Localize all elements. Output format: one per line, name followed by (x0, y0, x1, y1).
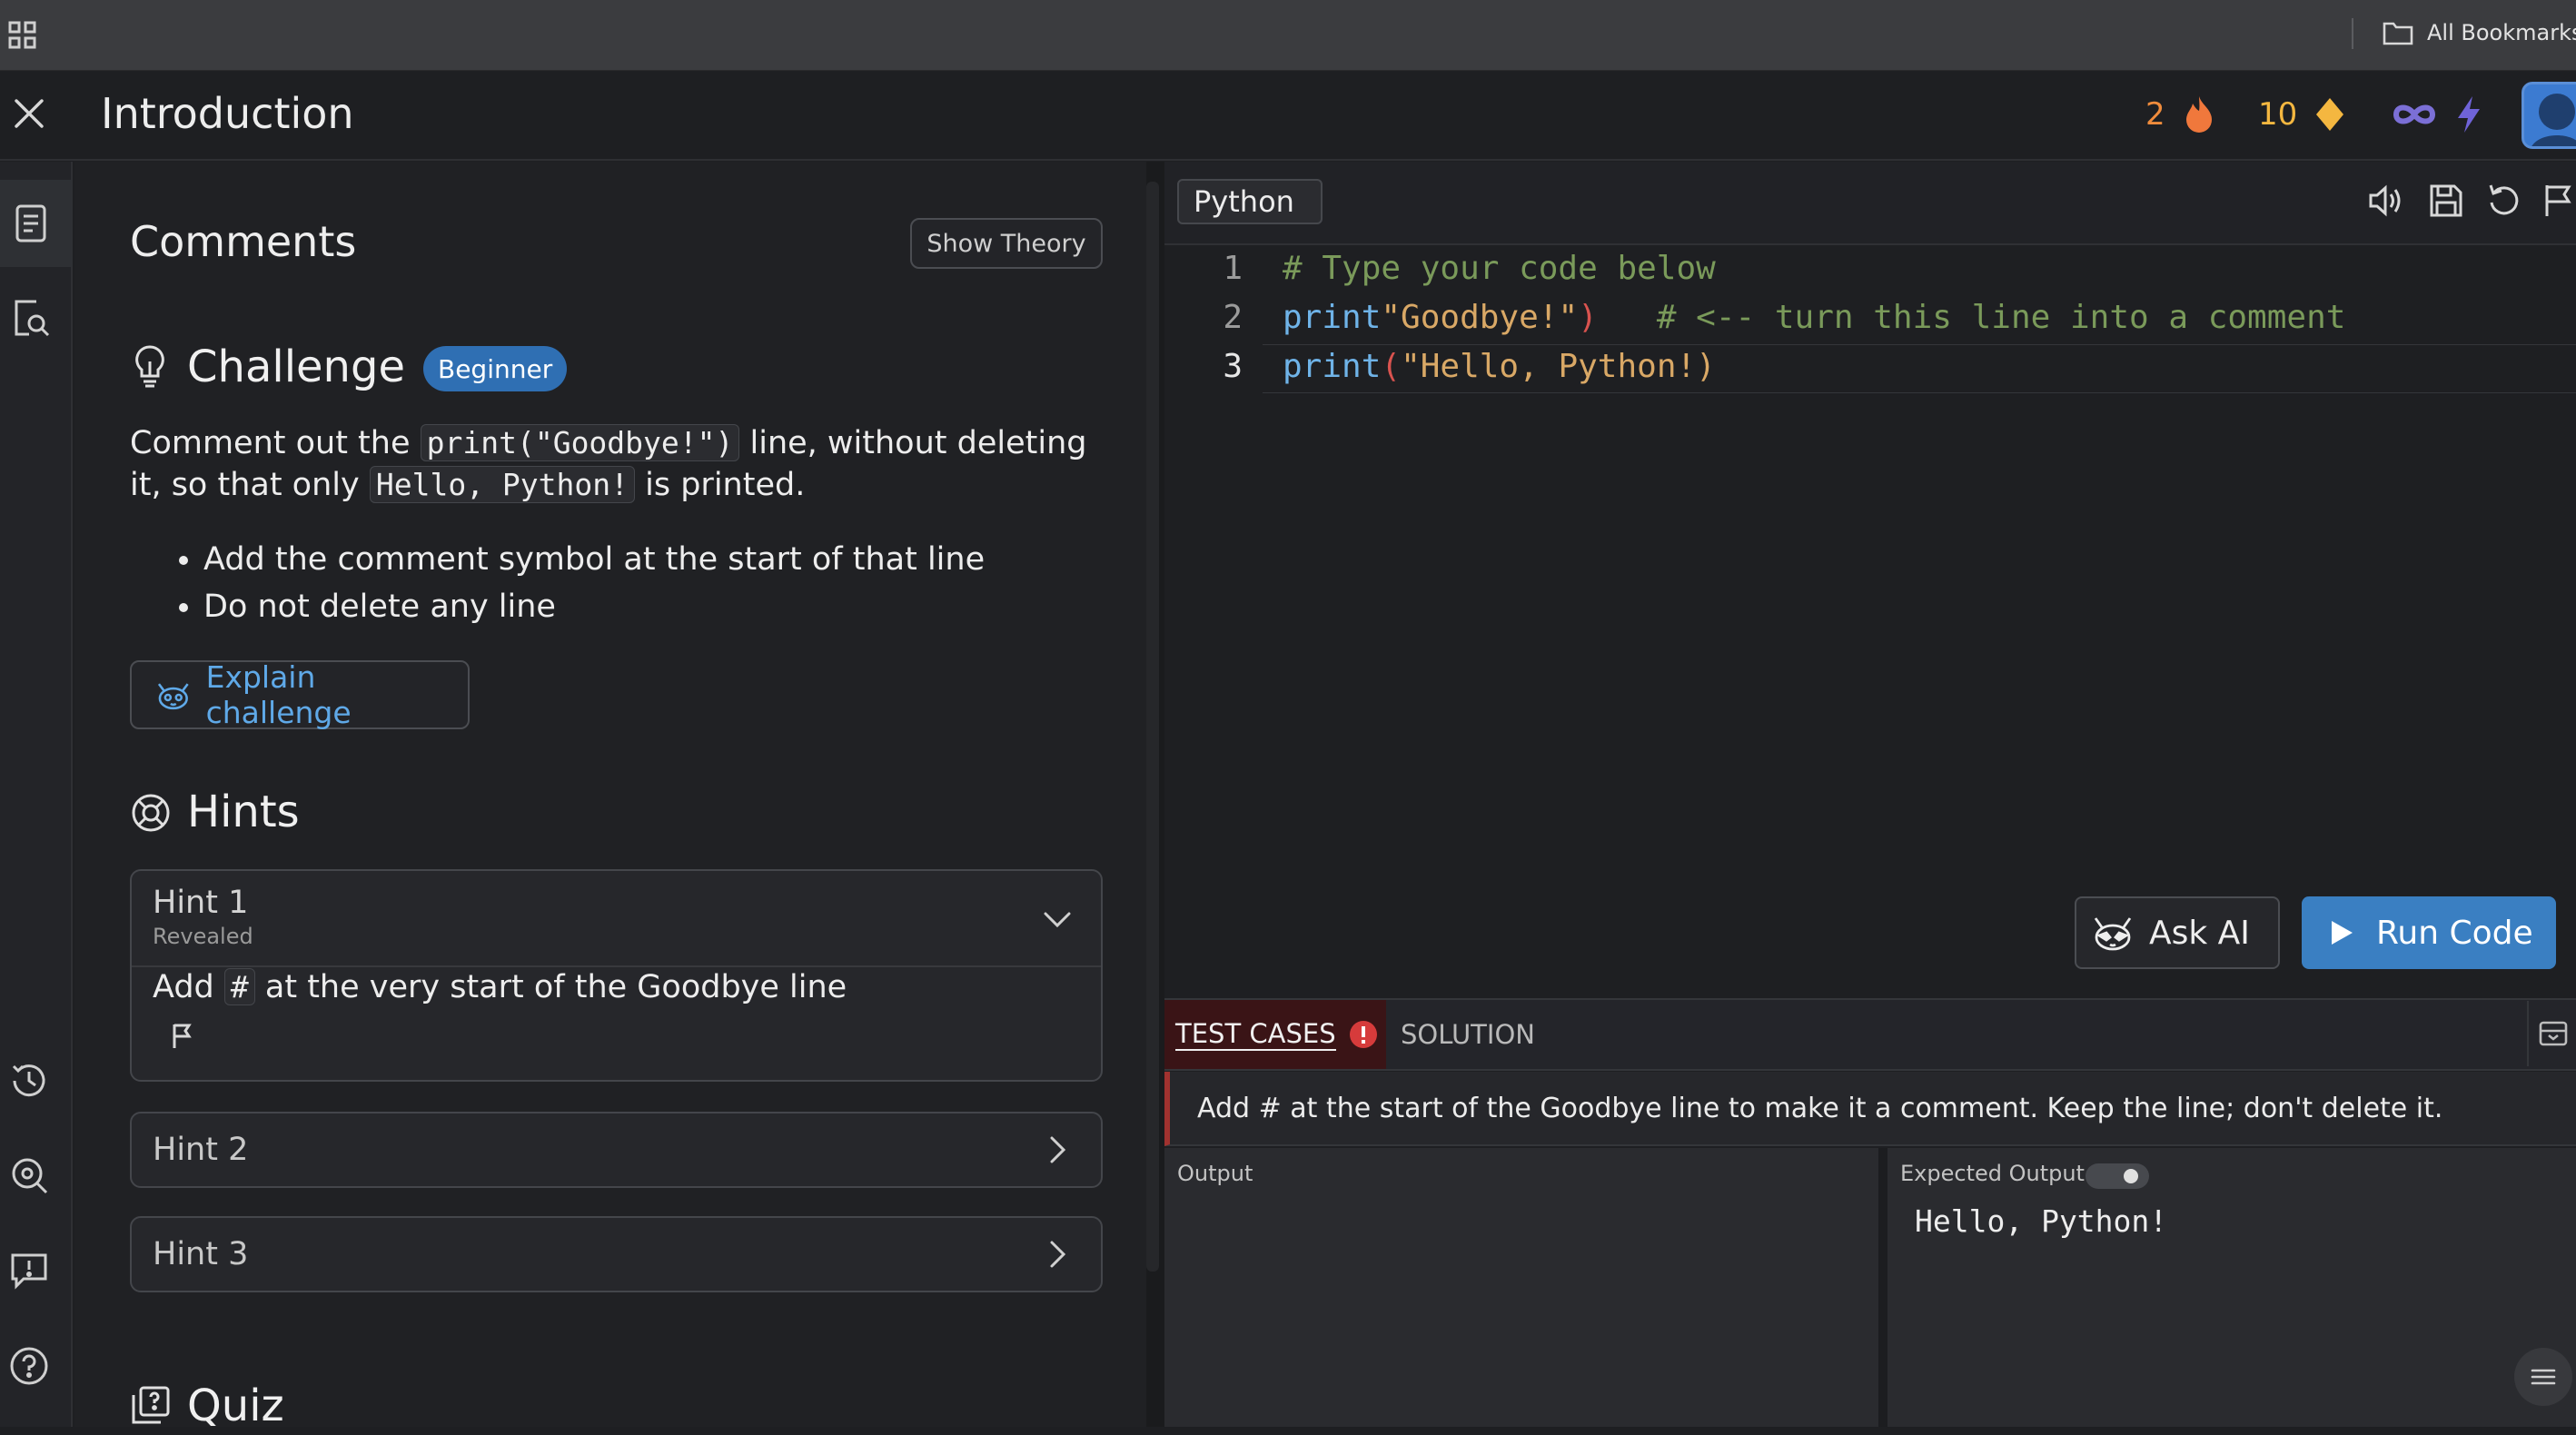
raccoon-ai-icon (157, 683, 189, 710)
error-icon (1349, 1021, 1377, 1048)
raccoon-ai-icon (2094, 917, 2132, 951)
tab-solution[interactable]: SOLUTION (1388, 1000, 1535, 1069)
level-badge: Beginner (423, 346, 568, 391)
history-icon[interactable] (9, 1061, 49, 1101)
hint-1-text: Add # at the very start of the Goodbye l… (153, 968, 847, 1005)
close-button[interactable] (11, 93, 47, 134)
infinity-icon (2389, 96, 2440, 133)
play-icon (2332, 921, 2353, 945)
avatar[interactable] (2522, 82, 2576, 149)
chevron-down-icon[interactable] (1041, 903, 1074, 935)
hint-3-title: Hint 3 (153, 1236, 249, 1272)
lesson-icon[interactable] (11, 203, 51, 243)
expected-output-label: Expected Output (1900, 1161, 2085, 1186)
reset-icon[interactable] (2485, 182, 2523, 220)
pane-divider[interactable] (1878, 1148, 1887, 1427)
line-number: 1 (1223, 250, 1243, 287)
tab-test-cases[interactable]: TEST CASES (1164, 1000, 1386, 1069)
search-doc-icon[interactable] (11, 298, 51, 338)
lesson-scrollbar[interactable] (1146, 182, 1159, 1272)
expected-output-pane (1887, 1148, 2576, 1427)
run-code-button[interactable]: Run Code (2302, 896, 2556, 969)
challenge-description: Comment out the print("Goodbye!") line, … (130, 424, 1087, 503)
lesson-title: Introduction (101, 89, 354, 138)
close-icon (15, 99, 44, 128)
inline-code: # (223, 968, 255, 1005)
chevron-right-icon[interactable] (1041, 1133, 1074, 1166)
code-line[interactable]: # Type your code below (1283, 244, 1716, 293)
show-theory-button[interactable]: Show Theory (910, 218, 1103, 269)
flag-icon[interactable] (2540, 182, 2576, 220)
toggle-knob (2124, 1169, 2138, 1183)
menu-icon (2531, 1369, 2556, 1385)
bolt-icon (2454, 94, 2483, 134)
hints-title: Hints (187, 787, 300, 837)
help-icon[interactable] (9, 1346, 49, 1386)
hint-1-title: Hint 1 (153, 885, 249, 921)
flag-icon[interactable] (167, 1021, 198, 1052)
bookmarks-separator (2352, 18, 2353, 49)
bookmarks-bar (0, 0, 2576, 71)
code-line[interactable]: print"Goodbye!") # <-- turn this line in… (1283, 293, 2345, 342)
streak-count: 2 (2145, 96, 2165, 133)
section-title: Comments (130, 217, 357, 266)
speaker-icon[interactable] (2365, 182, 2403, 220)
line-number: 2 (1223, 299, 1243, 336)
hint-1-status: Revealed (153, 924, 253, 949)
inline-code: Hello, Python! (369, 466, 635, 503)
code-line[interactable]: print("Hello, Python!) (1283, 342, 1716, 391)
test-instruction: Add # at the start of the Goodbye line t… (1197, 1093, 2443, 1124)
panel-toggle-icon[interactable] (2527, 1001, 2576, 1066)
zoom-icon[interactable] (9, 1155, 49, 1195)
ask-ai-button[interactable]: Ask AI (2075, 896, 2280, 969)
gems-count: 10 (2258, 96, 2298, 133)
explain-challenge-button[interactable]: Explain challenge (130, 659, 470, 730)
output-label: Output (1177, 1161, 1253, 1186)
left-rail (0, 162, 73, 1427)
expected-output-value: Hello, Python! (1915, 1203, 2168, 1239)
hint-card-3[interactable] (130, 1216, 1103, 1292)
all-bookmarks-link[interactable]: All Bookmarks (2427, 18, 2576, 47)
challenge-title: Challenge (187, 341, 405, 392)
gem-icon (2314, 96, 2345, 133)
challenge-requirements: Add the comment symbol at the start of t… (173, 536, 1081, 630)
feedback-icon[interactable] (9, 1250, 49, 1290)
language-select[interactable]: Python (1177, 179, 1323, 224)
lifebuoy-icon (130, 792, 172, 834)
quiz-icon (130, 1384, 172, 1426)
expected-output-toggle[interactable] (2086, 1163, 2149, 1189)
hint-card-2[interactable] (130, 1112, 1103, 1188)
folder-icon[interactable] (2382, 18, 2414, 47)
lightbulb-icon (130, 343, 170, 389)
output-pane (1164, 1148, 1878, 1427)
inline-code: print("Goodbye!") (420, 424, 740, 461)
save-icon[interactable] (2427, 182, 2465, 220)
line-number: 3 (1223, 348, 1243, 385)
apps-grid-icon[interactable] (7, 20, 38, 51)
flame-icon (2182, 94, 2216, 134)
list-item: Do not delete any line (203, 583, 1081, 630)
quiz-title: Quiz (187, 1381, 284, 1431)
list-item: Add the comment symbol at the start of t… (203, 536, 1081, 583)
hint-2-title: Hint 2 (153, 1132, 249, 1168)
editor-toolbar (1164, 162, 2576, 245)
menu-button[interactable] (2514, 1348, 2572, 1406)
chevron-right-icon[interactable] (1041, 1238, 1074, 1271)
